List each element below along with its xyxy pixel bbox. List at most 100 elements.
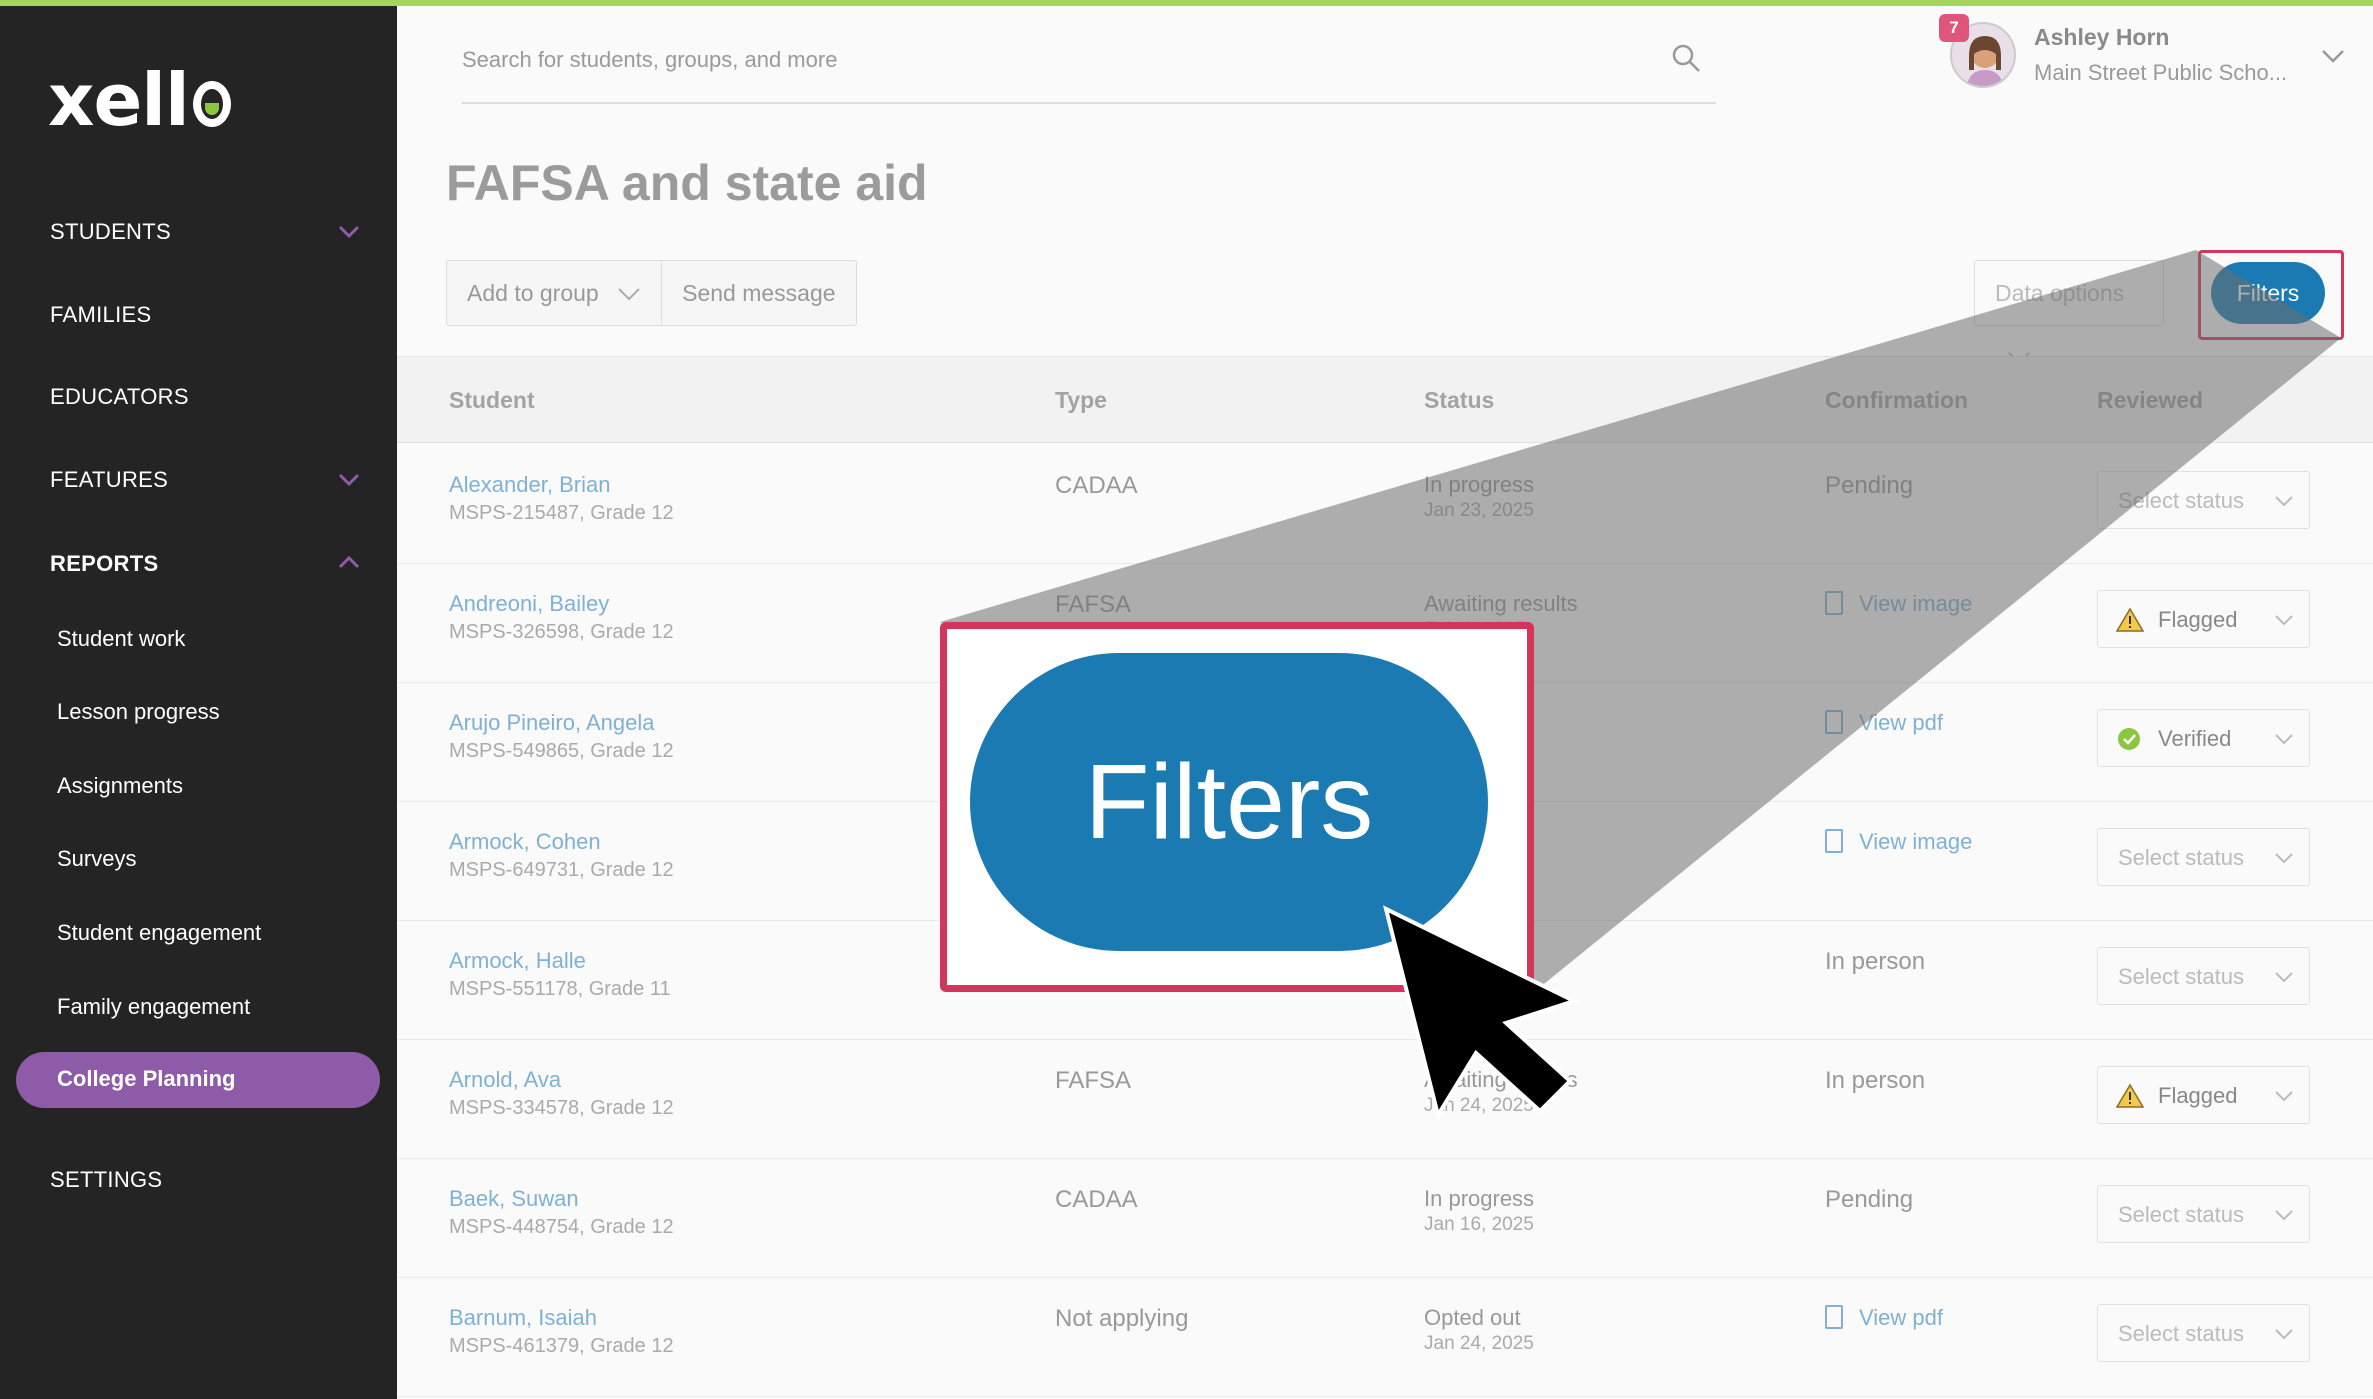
aid-type: CADAA — [1055, 472, 1138, 499]
aid-type: Not applying — [1055, 1305, 1189, 1332]
nav-student-engagement[interactable]: Student engagement — [57, 920, 261, 946]
student-name-link[interactable]: Alexander, Brian — [449, 472, 610, 498]
reviewed-status-label: Select status — [2118, 488, 2244, 513]
student-id: MSPS-649731, Grade 12 — [449, 859, 674, 881]
confirmation-text: Pending — [1825, 472, 1914, 499]
reviewed-status-select[interactable]: Select status — [2097, 1185, 2310, 1243]
student-name-link[interactable]: Arnold, Ava — [449, 1067, 561, 1093]
reviewed-status-select[interactable]: Verified — [2097, 709, 2310, 767]
filters-highlight-frame — [2198, 250, 2344, 340]
nav-students[interactable]: STUDENTS — [50, 219, 171, 245]
chevron-down-icon[interactable] — [336, 466, 362, 492]
check-circle-icon — [2118, 728, 2140, 750]
column-header-student[interactable]: Student — [449, 387, 535, 414]
chevron-down-icon — [2275, 615, 2293, 626]
aid-type: CADAA — [1055, 1186, 1138, 1213]
view-attachment-link[interactable]: View pdf — [1825, 1305, 1943, 1331]
student-id: MSPS-334578, Grade 12 — [449, 1097, 674, 1119]
reviewed-status-label: Select status — [2118, 1202, 2244, 1227]
user-name[interactable]: Ashley Horn — [2034, 24, 2169, 51]
xello-logo[interactable]: xell — [48, 58, 231, 142]
send-message-button[interactable]: Send message — [661, 261, 855, 325]
action-button-group: Add to group Send message — [446, 260, 857, 326]
table-row[interactable]: Baek, Suwan MSPS-448754, Grade 12 CADAA In … — [397, 1158, 2373, 1278]
document-icon — [1825, 1305, 1843, 1329]
document-icon — [1825, 591, 1843, 615]
student-name-link[interactable]: Barnum, Isaiah — [449, 1305, 597, 1331]
chevron-down-icon — [2275, 972, 2293, 983]
column-header-status[interactable]: Status — [1424, 387, 1494, 414]
reviewed-status-select[interactable]: Select status — [2097, 947, 2310, 1005]
confirmation-text: In person — [1825, 948, 1926, 975]
reviewed-status-select[interactable]: Select status — [2097, 471, 2310, 529]
reviewed-status-select[interactable]: Flagged — [2097, 1066, 2310, 1124]
chevron-down-icon — [618, 288, 640, 301]
view-attachment-label: View image — [1859, 591, 1973, 616]
chevron-down-icon — [2275, 496, 2293, 507]
nav-student-work[interactable]: Student work — [57, 626, 185, 652]
chevron-up-icon[interactable] — [336, 550, 362, 576]
table-header: Student Type Status Confirmation Reviewe… — [397, 356, 2373, 443]
data-options-button[interactable]: Data options — [1974, 260, 2164, 365]
student-name-link[interactable]: Arujo Pineiro, Angela — [449, 710, 654, 736]
student-id: MSPS-549865, Grade 12 — [449, 740, 674, 762]
view-attachment-link[interactable]: View pdf — [1825, 710, 1943, 736]
user-school: Main Street Public Scho... — [2034, 60, 2288, 85]
student-name-link[interactable]: Armock, Cohen — [449, 829, 601, 855]
add-to-group-button[interactable]: Add to group — [447, 261, 661, 325]
search-input[interactable]: Search for students, groups, and more — [462, 47, 837, 73]
column-header-confirmation[interactable]: Confirmation — [1825, 387, 1968, 414]
reviewed-status-select[interactable]: Select status — [2097, 1304, 2310, 1362]
student-name-link[interactable]: Andreoni, Bailey — [449, 591, 609, 617]
nav-settings[interactable]: SETTINGS — [50, 1167, 162, 1193]
page-title: FAFSA and state aid — [446, 155, 928, 211]
reviewed-status-select[interactable]: Flagged — [2097, 590, 2310, 648]
nav-surveys[interactable]: Surveys — [57, 846, 136, 872]
warning-icon — [2116, 607, 2144, 632]
view-attachment-link[interactable]: View image — [1825, 591, 1972, 617]
status-text: In progress — [1424, 472, 1535, 497]
status-text: In progress — [1424, 1186, 1535, 1211]
table-row[interactable]: Alexander, Brian MSPS-215487, Grade 12 CAD… — [397, 444, 2373, 564]
chevron-down-icon[interactable] — [336, 218, 362, 244]
search-icon[interactable] — [1670, 42, 1702, 74]
nav-college-planning-label: College Planning — [57, 1066, 236, 1091]
student-id: MSPS-215487, Grade 12 — [449, 502, 674, 524]
chevron-down-icon — [2275, 734, 2293, 745]
nav-reports[interactable]: REPORTS — [50, 551, 158, 577]
student-name-link[interactable]: Baek, Suwan — [449, 1186, 579, 1212]
nav-college-planning[interactable]: College Planning — [16, 1052, 380, 1108]
column-header-reviewed[interactable]: Reviewed — [2097, 387, 2203, 414]
chevron-down-icon[interactable] — [2319, 42, 2347, 70]
student-id: MSPS-461379, Grade 12 — [449, 1335, 674, 1357]
chevron-down-icon — [2275, 1210, 2293, 1221]
status-text: Awaiting results — [1424, 591, 1578, 616]
data-options-label: Data options — [1995, 280, 2125, 306]
student-id: MSPS-448754, Grade 12 — [449, 1216, 674, 1238]
table-row[interactable]: Barnum, Isaiah MSPS-461379, Grade 12 Not a… — [397, 1277, 2373, 1397]
search-bar[interactable]: Search for students, groups, and more — [462, 34, 1716, 104]
reviewed-status-select[interactable]: Select status — [2097, 828, 2310, 886]
student-id: MSPS-551178, Grade 11 — [449, 978, 671, 1000]
nav-features[interactable]: FEATURES — [50, 467, 168, 493]
nav-educators[interactable]: EDUCATORS — [50, 384, 189, 410]
nav-family-engagement[interactable]: Family engagement — [57, 994, 250, 1020]
notification-badge[interactable]: 7 — [1939, 14, 1969, 42]
view-attachment-label: View pdf — [1859, 1305, 1943, 1330]
confirmation-text: Pending — [1825, 1186, 1914, 1213]
chevron-down-icon — [2275, 1329, 2293, 1340]
confirmation-text: In person — [1825, 1067, 1926, 1094]
chevron-down-icon — [2275, 853, 2293, 864]
mouse-pointer-icon — [1383, 905, 1580, 1121]
nav-assignments[interactable]: Assignments — [57, 773, 183, 799]
nav-families[interactable]: FAMILIES — [50, 302, 151, 328]
aid-type: FAFSA — [1055, 1067, 1132, 1094]
document-icon — [1825, 829, 1843, 853]
nav-lesson-progress[interactable]: Lesson progress — [57, 699, 220, 725]
status-date: Jan 23, 2025 — [1424, 500, 1534, 521]
aid-type: FAFSA — [1055, 591, 1132, 618]
student-name-link[interactable]: Armock, Halle — [449, 948, 586, 974]
view-attachment-link[interactable]: View image — [1825, 829, 1972, 855]
sidebar: xell STUDENTS FAMILIES EDUCATORS FEATURE… — [0, 0, 397, 1399]
column-header-type[interactable]: Type — [1055, 387, 1107, 414]
